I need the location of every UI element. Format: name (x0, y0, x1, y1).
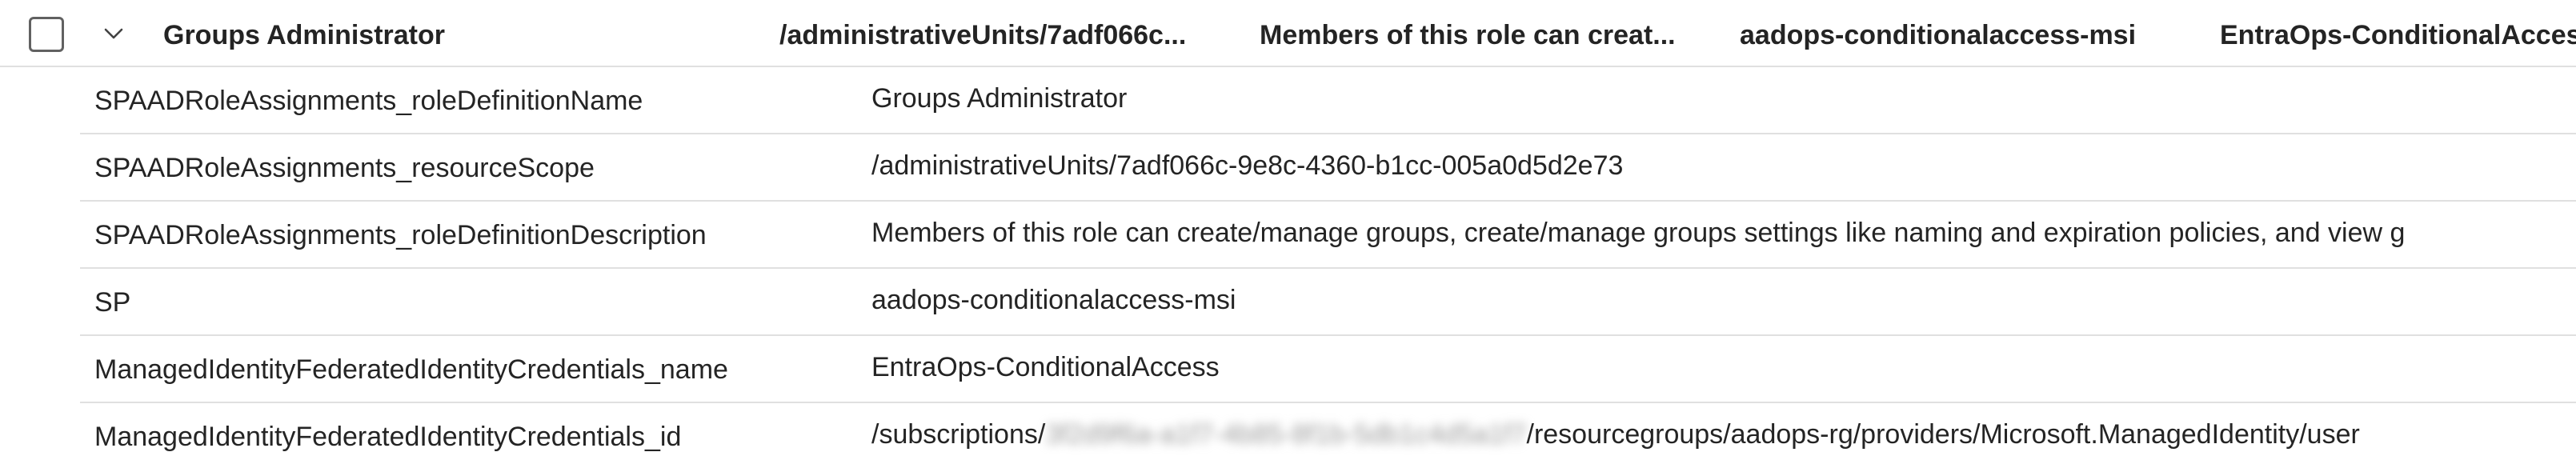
detail-key: ManagedIdentityFederatedIdentityCredenti… (94, 422, 682, 452)
detail-value: Members of this role can create/manage g… (871, 218, 2406, 248)
detail-key: ManagedIdentityFederatedIdentityCredenti… (94, 354, 728, 385)
detail-value: EntraOps-ConditionalAccess (871, 352, 1220, 382)
detail-value: /subscriptions/3f2d9f6a-a1f7-4b85-8f1b-5… (871, 403, 2496, 466)
group-credential-name: EntraOps-ConditionalAcces (2220, 20, 2576, 50)
detail-key: SPAADRoleAssignments_roleDefinitionName (94, 86, 643, 116)
detail-value: aadops-conditionalaccess-msi (871, 285, 1236, 315)
detail-key: SP (94, 287, 131, 318)
detail-row: SPAADRoleAssignments_resourceScope /admi… (80, 134, 2576, 202)
detail-key: SPAADRoleAssignments_roleDefinitionDescr… (94, 220, 707, 250)
group-header-row[interactable]: Groups Administrator /administrativeUnit… (0, 0, 2576, 67)
detail-row: SPAADRoleAssignments_roleDefinitionDescr… (80, 202, 2576, 269)
group-role-name: Groups Administrator (163, 20, 445, 50)
group-resource-scope: /administrativeUnits/7adf066c... (779, 20, 1187, 50)
detail-row: SP aadops-conditionalaccess-msi (80, 269, 2576, 336)
redacted-subscription-id: 3f2d9f6a-a1f7-4b85-8f1b-5db1c4d5a1f7 (1045, 419, 1527, 450)
chevron-down-icon[interactable] (102, 22, 125, 45)
detail-row: ManagedIdentityFederatedIdentityCredenti… (80, 336, 2576, 403)
value-suffix: /resourcegroups/aadops-rg/providers/Micr… (1526, 419, 2360, 450)
detail-value: Groups Administrator (871, 83, 1128, 114)
detail-row: SPAADRoleAssignments_roleDefinitionName … (80, 67, 2576, 134)
group-sp: aadops-conditionalaccess-msi (1740, 20, 2137, 50)
detail-row: ManagedIdentityFederatedIdentityCredenti… (80, 403, 2576, 470)
row-select-checkbox[interactable] (29, 17, 64, 52)
detail-key: SPAADRoleAssignments_resourceScope (94, 153, 595, 183)
group-description: Members of this role can creat... (1260, 20, 1676, 50)
detail-value: /administrativeUnits/7adf066c-9e8c-4360-… (871, 150, 1624, 181)
value-prefix: /subscriptions/ (871, 419, 1046, 450)
